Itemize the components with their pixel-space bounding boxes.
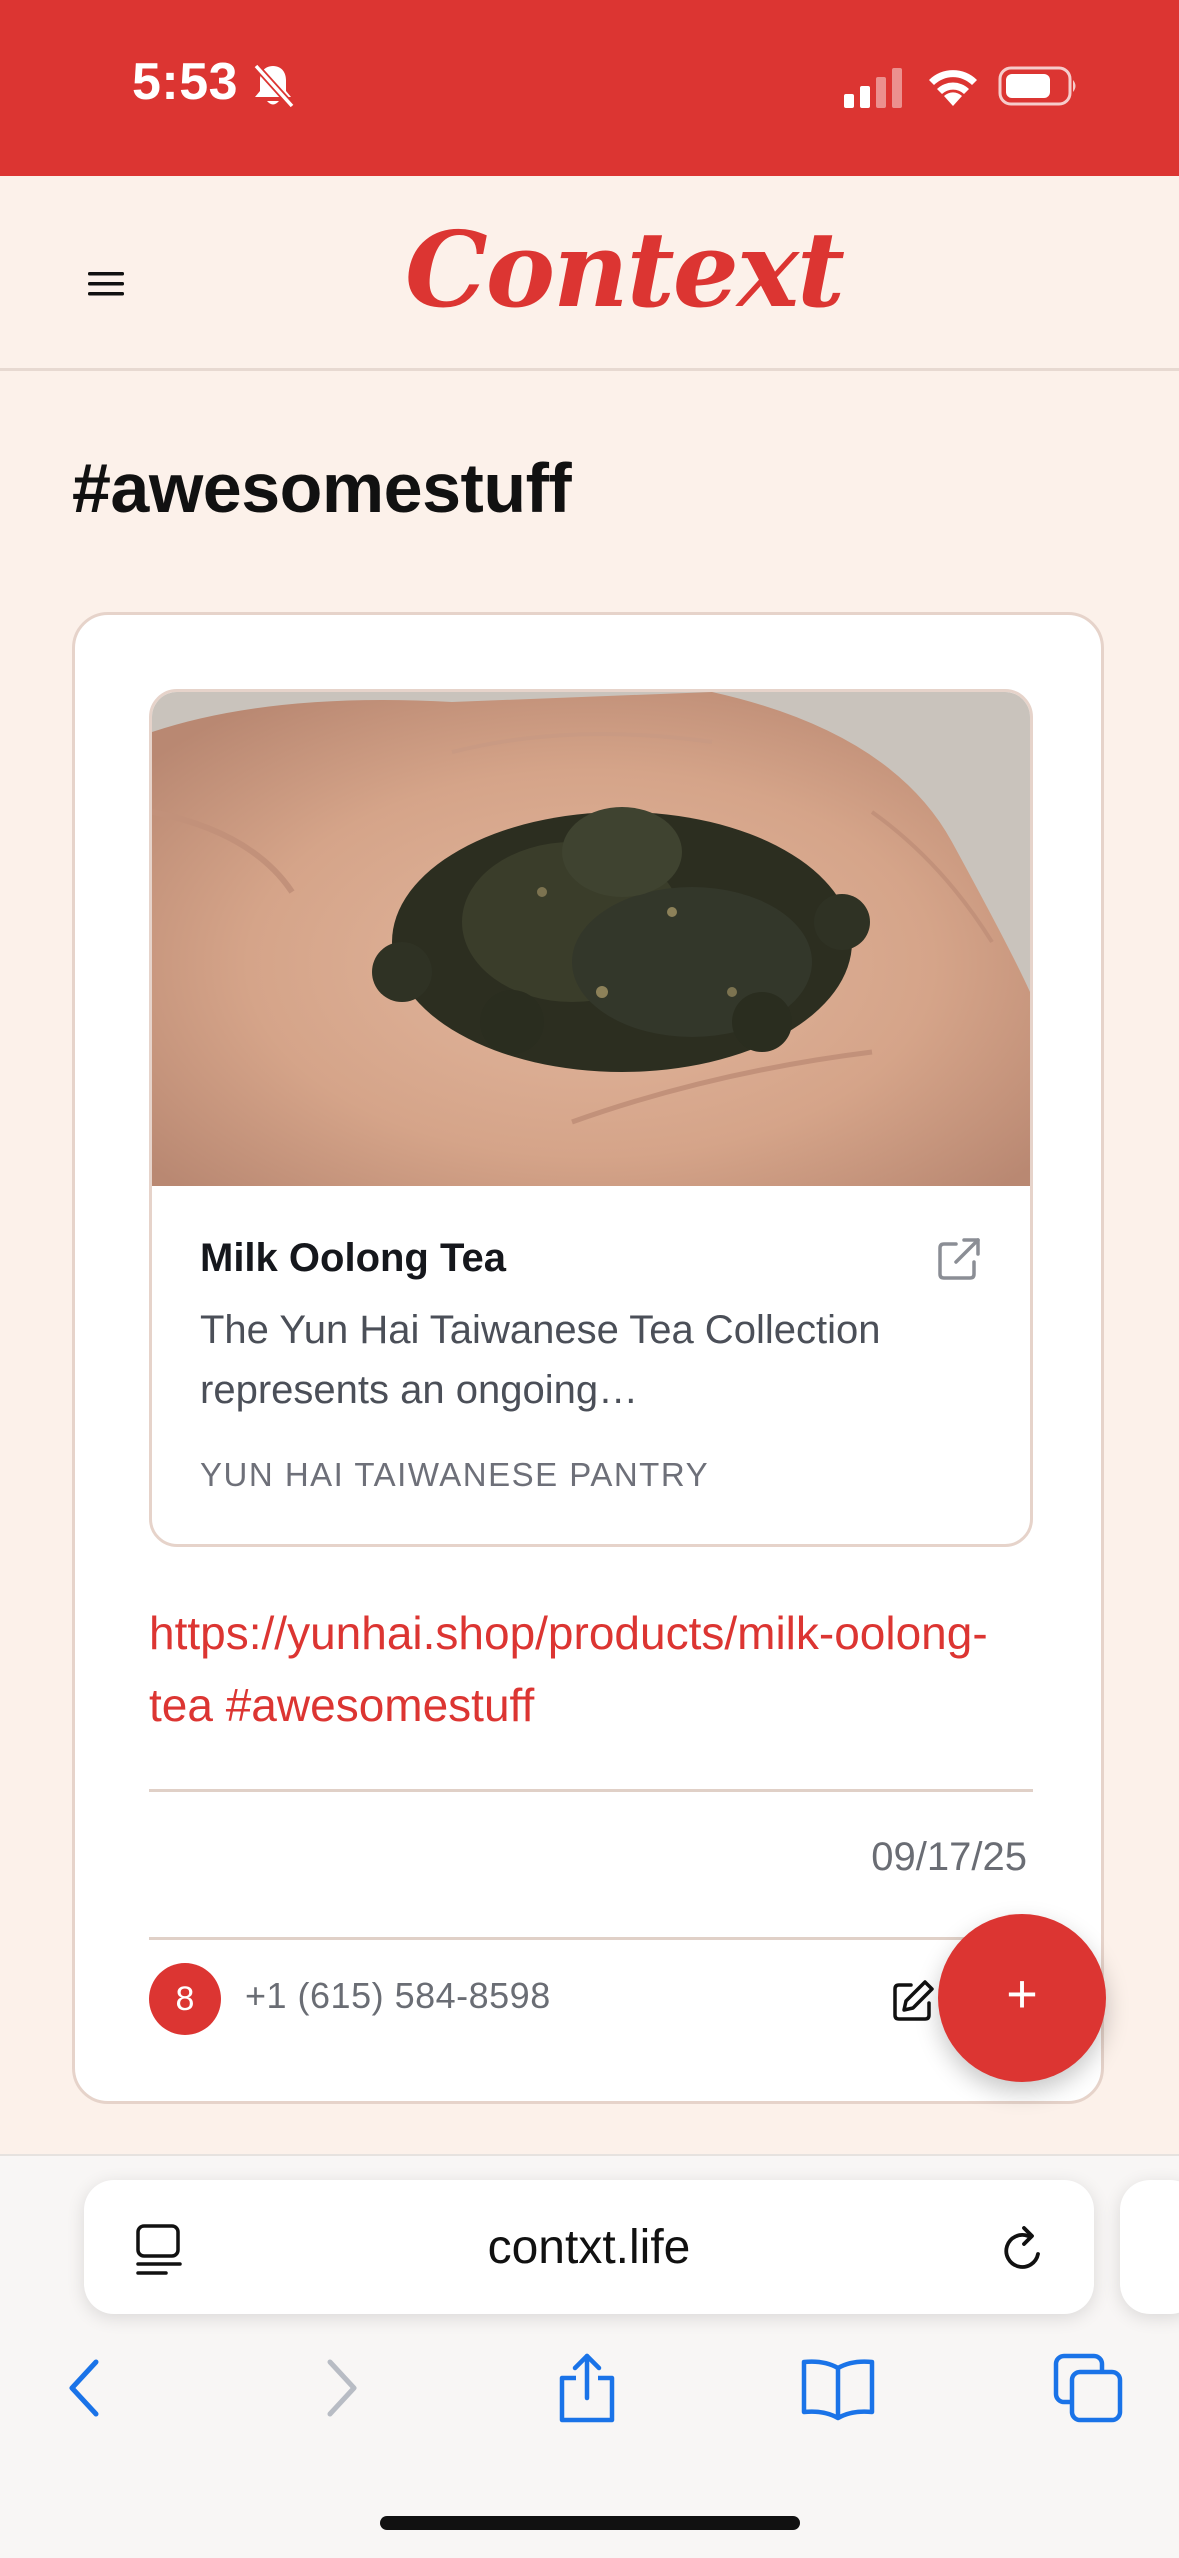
post-link[interactable]: https://yunhai.shop/products/milk-oolong… bbox=[149, 1597, 1033, 1741]
avatar[interactable]: 8 bbox=[149, 1963, 221, 2035]
author-phone: +1 (615) 584-8598 bbox=[245, 1975, 551, 2016]
hamburger-menu-icon[interactable] bbox=[86, 268, 126, 300]
address-bar[interactable]: contxt.life bbox=[84, 2180, 1094, 2314]
add-post-button[interactable]: + bbox=[938, 1914, 1106, 2082]
status-bar: 5:53 bbox=[0, 0, 1179, 176]
share-icon[interactable] bbox=[554, 2352, 620, 2424]
home-indicator bbox=[380, 2516, 800, 2530]
preview-description: The Yun Hai Taiwanese Tea Collection rep… bbox=[200, 1308, 881, 1412]
external-link-icon[interactable] bbox=[936, 1236, 982, 1282]
next-tab-preview[interactable] bbox=[1120, 2180, 1179, 2314]
back-icon[interactable] bbox=[60, 2352, 110, 2424]
edit-icon[interactable] bbox=[889, 1977, 937, 2025]
post-date: 09/17/25 bbox=[871, 1835, 1027, 1879]
address-text[interactable]: contxt.life bbox=[84, 2220, 1094, 2275]
post-card: Milk Oolong Tea The Yun Hai Taiwanese Te… bbox=[72, 612, 1104, 2104]
status-time: 5:53 bbox=[132, 53, 239, 111]
link-preview-card[interactable]: Milk Oolong Tea The Yun Hai Taiwanese Te… bbox=[149, 689, 1033, 1547]
browser-toolbar: contxt.life bbox=[0, 2154, 1179, 2558]
wifi-icon bbox=[929, 70, 977, 106]
preview-title: Milk Oolong Tea bbox=[200, 1236, 506, 1280]
divider bbox=[149, 1789, 1033, 1792]
tabs-icon[interactable] bbox=[1052, 2352, 1124, 2424]
forward-icon[interactable] bbox=[316, 2352, 366, 2424]
page-title: #awesomestuff bbox=[72, 449, 572, 527]
app-header: Context bbox=[0, 176, 1179, 371]
brand-logo[interactable]: Context bbox=[405, 200, 845, 340]
battery-icon bbox=[998, 66, 1076, 106]
preview-image bbox=[152, 692, 1030, 1186]
bell-slash-icon bbox=[253, 63, 295, 109]
reload-icon[interactable] bbox=[998, 2224, 1048, 2276]
bookmarks-icon[interactable] bbox=[798, 2352, 878, 2424]
preview-source: YUN HAI TAIWANESE PANTRY bbox=[200, 1456, 710, 1493]
divider bbox=[149, 1937, 1033, 1940]
signal-icon bbox=[844, 68, 902, 108]
plus-icon: + bbox=[1006, 1964, 1038, 2024]
